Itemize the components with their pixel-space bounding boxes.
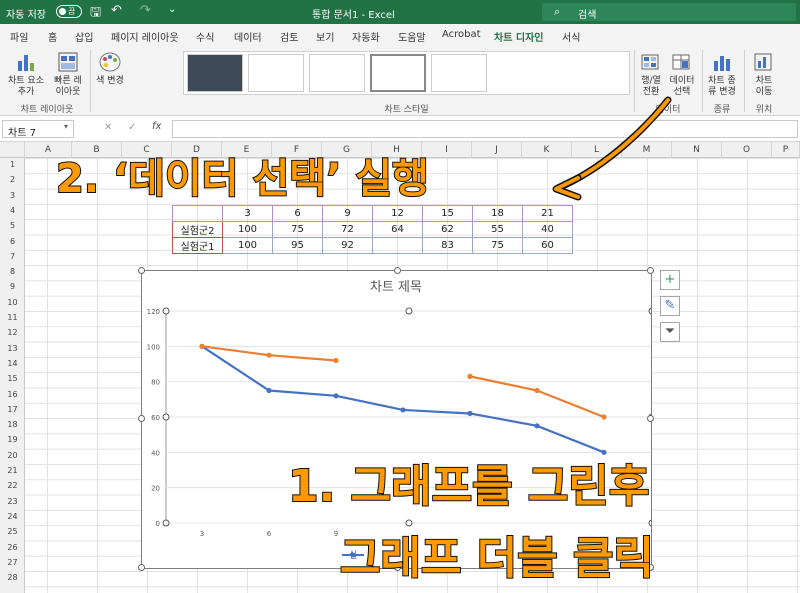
annotation-step2: 2. ‘데이터 선택’ 실행: [55, 155, 430, 203]
annotation-step1-line2: 그래프 더블 클릭: [339, 532, 655, 585]
annotation-step1-line1: 1. 그래프를 그린후: [287, 460, 650, 513]
